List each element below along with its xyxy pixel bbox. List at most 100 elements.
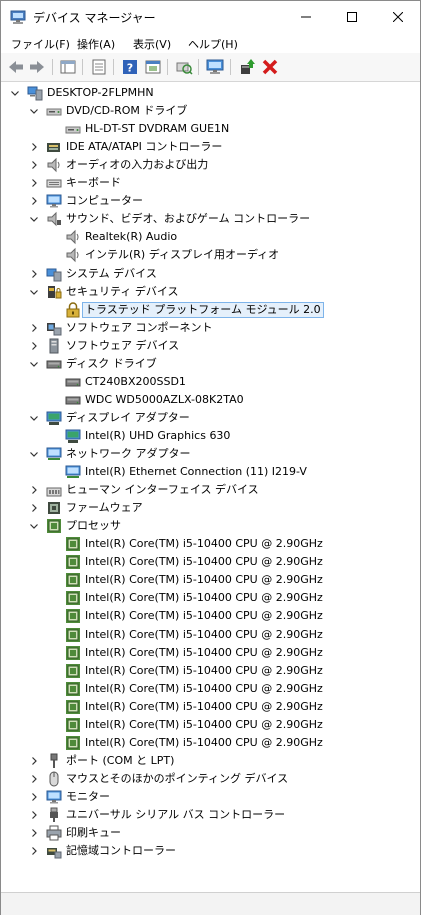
mouse-icon xyxy=(49,771,59,787)
chevron-right-icon[interactable] xyxy=(28,791,40,803)
chevron-right-icon[interactable] xyxy=(28,268,40,280)
properties-pane-icon[interactable] xyxy=(59,58,77,76)
node-system[interactable]: システム デバイス xyxy=(1,265,420,283)
chevron-right-icon[interactable] xyxy=(28,159,40,171)
chevron-down-icon[interactable] xyxy=(28,358,40,370)
node-sw-component[interactable]: ソフトウェア コンポーネント xyxy=(1,319,420,337)
show-hidden-icon[interactable] xyxy=(144,58,162,76)
chevron-down-icon[interactable] xyxy=(28,520,40,532)
node-ide[interactable]: IDE ATA/ATAPI コントローラー xyxy=(1,138,420,156)
uninstall-icon[interactable] xyxy=(261,58,279,76)
menu-file[interactable]: ファイル(F) xyxy=(11,36,70,52)
node-firmware[interactable]: ファームウェア xyxy=(1,499,420,517)
device-cpu[interactable]: Intel(R) Core(TM) i5-10400 CPU @ 2.90GHz xyxy=(1,553,420,571)
device-cpu[interactable]: Intel(R) Core(TM) i5-10400 CPU @ 2.90GHz xyxy=(1,716,420,734)
node-network[interactable]: ネットワーク アダプター xyxy=(1,445,420,463)
scan-hardware-icon[interactable] xyxy=(175,58,193,76)
chevron-down-icon[interactable] xyxy=(28,213,40,225)
monitor-icon[interactable] xyxy=(206,58,224,76)
chevron-right-icon[interactable] xyxy=(28,502,40,514)
printer-icon xyxy=(46,825,62,841)
forward-icon[interactable] xyxy=(28,58,46,76)
maximize-button[interactable] xyxy=(329,1,375,33)
chevron-right-icon[interactable] xyxy=(28,322,40,334)
node-sw-device[interactable]: ソフトウェア デバイス xyxy=(1,337,420,355)
node-ports[interactable]: ポート (COM と LPT) xyxy=(1,752,420,770)
device-ssd[interactable]: CT240BX200SSD1 xyxy=(1,373,420,391)
node-disk[interactable]: ディスク ドライブ xyxy=(1,355,420,373)
device-dvd[interactable]: HL-DT-ST DVDRAM GUE1N xyxy=(1,120,420,138)
node-processor[interactable]: プロセッサ xyxy=(1,517,420,535)
toolbar-separator xyxy=(82,59,83,75)
device-intel-display-audio[interactable]: インテル(R) ディスプレイ用オーディオ xyxy=(1,246,420,264)
document-icon[interactable] xyxy=(90,58,108,76)
chevron-right-icon[interactable] xyxy=(28,141,40,153)
node-audio-io[interactable]: オーディオの入力および出力 xyxy=(1,156,420,174)
chevron-down-icon[interactable] xyxy=(28,286,40,298)
chevron-right-icon[interactable] xyxy=(28,845,40,857)
chevron-down-icon[interactable] xyxy=(28,412,40,424)
processor-icon xyxy=(66,645,80,660)
tree-item-label: プロセッサ xyxy=(66,519,121,533)
device-gpu[interactable]: Intel(R) UHD Graphics 630 xyxy=(1,427,420,445)
node-sound[interactable]: サウンド、ビデオ、およびゲーム コントローラー xyxy=(1,210,420,228)
device-ethernet[interactable]: Intel(R) Ethernet Connection (11) I219-V xyxy=(1,463,420,481)
chevron-right-icon[interactable] xyxy=(28,484,40,496)
minimize-icon xyxy=(301,16,311,18)
processor-icon xyxy=(66,663,80,678)
node-display[interactable]: ディスプレイ アダプター xyxy=(1,409,420,427)
device-tpm[interactable]: トラステッド プラットフォーム モジュール 2.0 xyxy=(1,301,420,319)
device-cpu[interactable]: Intel(R) Core(TM) i5-10400 CPU @ 2.90GHz xyxy=(1,644,420,662)
device-cpu[interactable]: Intel(R) Core(TM) i5-10400 CPU @ 2.90GHz xyxy=(1,535,420,553)
chevron-right-icon[interactable] xyxy=(28,195,40,207)
chevron-right-icon[interactable] xyxy=(28,827,40,839)
chevron-down-icon[interactable] xyxy=(28,105,40,117)
menu-action[interactable]: 操作(A) xyxy=(77,36,115,52)
monitor-icon xyxy=(46,790,62,804)
tree-item-label: ファームウェア xyxy=(66,501,143,515)
device-cpu[interactable]: Intel(R) Core(TM) i5-10400 CPU @ 2.90GHz xyxy=(1,698,420,716)
node-hid[interactable]: ヒューマン インターフェイス デバイス xyxy=(1,481,420,499)
ide-controller-icon xyxy=(47,143,60,153)
device-cpu[interactable]: Intel(R) Core(TM) i5-10400 CPU @ 2.90GHz xyxy=(1,626,420,644)
node-storage[interactable]: 記憶域コントローラー xyxy=(1,842,420,860)
device-cpu[interactable]: Intel(R) Core(TM) i5-10400 CPU @ 2.90GHz xyxy=(1,607,420,625)
menu-view[interactable]: 表示(V) xyxy=(133,36,171,52)
chevron-right-icon[interactable] xyxy=(28,340,40,352)
chevron-right-icon[interactable] xyxy=(28,809,40,821)
chevron-right-icon[interactable] xyxy=(28,773,40,785)
device-cpu[interactable]: Intel(R) Core(TM) i5-10400 CPU @ 2.90GHz xyxy=(1,571,420,589)
processor-icon xyxy=(66,609,80,624)
chevron-down-icon[interactable] xyxy=(9,87,21,99)
back-icon[interactable] xyxy=(7,58,25,76)
update-driver-icon[interactable] xyxy=(238,58,256,76)
device-tree: DESKTOP-2FLPMHN DVD/CD-ROM ドライブ HL-DT-ST D… xyxy=(1,84,420,892)
node-mouse[interactable]: マウスとそのほかのポインティング デバイス xyxy=(1,770,420,788)
device-cpu[interactable]: Intel(R) Core(TM) i5-10400 CPU @ 2.90GHz xyxy=(1,680,420,698)
node-print-queue[interactable]: 印刷キュー xyxy=(1,824,420,842)
chevron-down-icon[interactable] xyxy=(28,448,40,460)
help-icon[interactable]: ? xyxy=(121,58,139,76)
tree-root[interactable]: DESKTOP-2FLPMHN xyxy=(1,84,420,102)
tree-item-label: Intel(R) Core(TM) i5-10400 CPU @ 2.90GHz xyxy=(85,699,323,713)
node-dvd[interactable]: DVD/CD-ROM ドライブ xyxy=(1,102,420,120)
device-hdd[interactable]: WDC WD5000AZLX-08K2TA0 xyxy=(1,391,420,409)
chevron-right-icon[interactable] xyxy=(28,177,40,189)
tree-item-label: マウスとそのほかのポインティング デバイス xyxy=(66,771,289,785)
device-cpu[interactable]: Intel(R) Core(TM) i5-10400 CPU @ 2.90GHz xyxy=(1,662,420,680)
node-security[interactable]: セキュリティ デバイス xyxy=(1,283,420,301)
minimize-button[interactable] xyxy=(283,1,329,33)
network-adapter-icon xyxy=(46,447,62,460)
svg-text:?: ? xyxy=(127,62,133,75)
tree-item-label: システム デバイス xyxy=(66,266,157,280)
node-keyboard[interactable]: キーボード xyxy=(1,174,420,192)
close-button[interactable] xyxy=(375,1,421,33)
device-realtek-audio[interactable]: Realtek(R) Audio xyxy=(1,228,420,246)
device-cpu[interactable]: Intel(R) Core(TM) i5-10400 CPU @ 2.90GHz xyxy=(1,589,420,607)
node-usb[interactable]: ユニバーサル シリアル バス コントローラー xyxy=(1,806,420,824)
chevron-right-icon[interactable] xyxy=(28,755,40,767)
node-computer[interactable]: コンピューター xyxy=(1,192,420,210)
device-cpu[interactable]: Intel(R) Core(TM) i5-10400 CPU @ 2.90GHz xyxy=(1,734,420,752)
node-monitor[interactable]: モニター xyxy=(1,788,420,806)
menu-help[interactable]: ヘルプ(H) xyxy=(188,36,238,52)
